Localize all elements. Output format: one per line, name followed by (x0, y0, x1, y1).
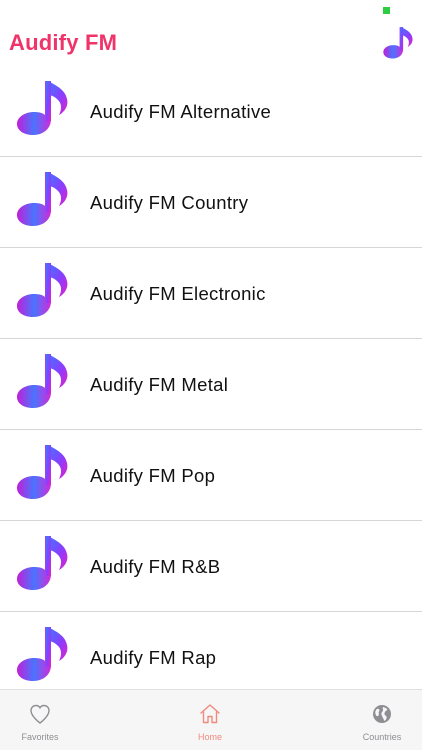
home-icon (200, 704, 220, 724)
station-label: Audify FM Pop (90, 465, 216, 486)
station-label: Audify FM Country (90, 192, 249, 213)
music-note-icon (15, 170, 73, 232)
station-label: Audify FM Metal (90, 374, 229, 395)
station-row-alternative[interactable]: Audify FM Alternative (0, 66, 422, 157)
station-row-electronic[interactable]: Audify FM Electronic (0, 248, 422, 339)
station-list: Audify FM Alternative Audify FM Country … (0, 66, 422, 703)
station-row-pop[interactable]: Audify FM Pop (0, 430, 422, 521)
station-label: Audify FM R&B (90, 556, 221, 577)
music-note-icon (15, 534, 73, 596)
music-note-icon (15, 625, 73, 687)
music-note-icon (15, 261, 73, 323)
tab-home[interactable]: Home (170, 690, 250, 750)
music-note-logo-icon (381, 26, 417, 62)
station-label: Audify FM Electronic (90, 283, 266, 304)
tab-favorites[interactable]: Favorites (0, 690, 80, 750)
app-title: Audify FM (9, 30, 118, 55)
app-header: Audify FM (0, 0, 422, 66)
tab-label: Home (197, 732, 222, 742)
station-label: Audify FM Alternative (90, 101, 272, 122)
music-note-icon (15, 352, 73, 414)
music-note-icon (15, 443, 73, 505)
heart-icon (30, 704, 50, 724)
station-row-country[interactable]: Audify FM Country (0, 157, 422, 248)
tab-bar: Favorites Home Countries (0, 689, 422, 750)
music-note-icon (15, 79, 73, 141)
tab-countries[interactable]: Countries (342, 690, 422, 750)
station-row-rnb[interactable]: Audify FM R&B (0, 521, 422, 612)
app-screen: Audify FM Audify FM Alternative Audify F… (0, 0, 422, 750)
globe-icon (373, 705, 391, 723)
station-row-metal[interactable]: Audify FM Metal (0, 339, 422, 430)
tab-label: Countries (362, 732, 402, 742)
tab-label: Favorites (21, 732, 59, 742)
